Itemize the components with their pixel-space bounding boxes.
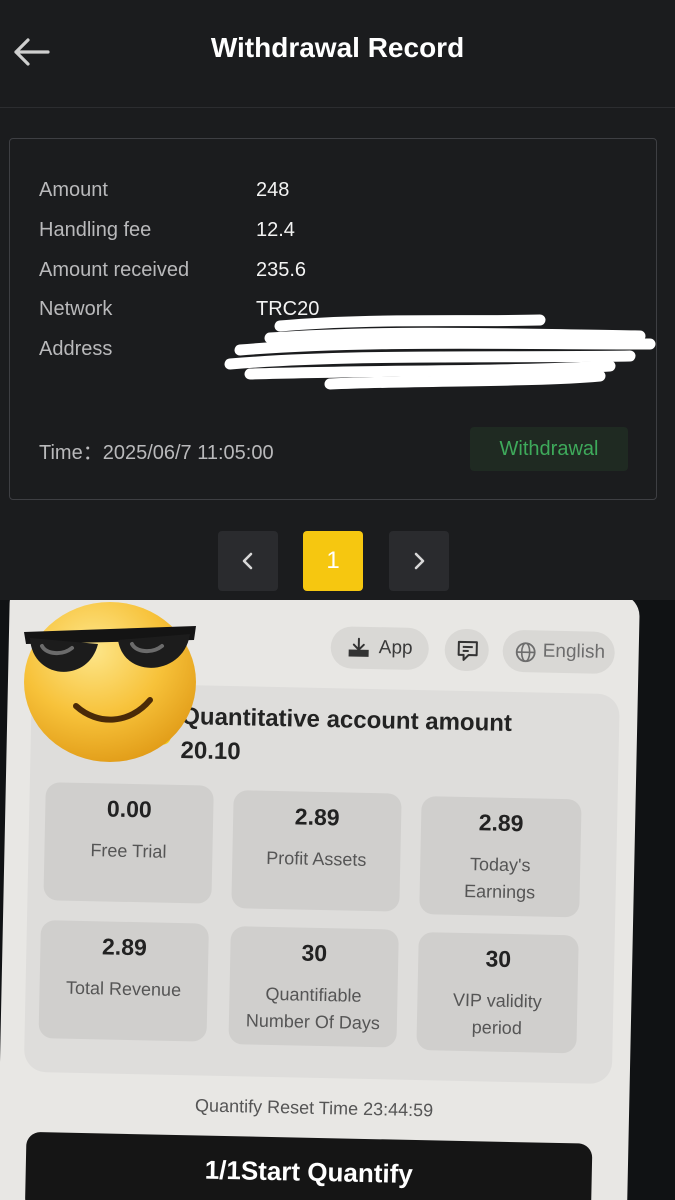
stat-value: 30 — [485, 945, 512, 972]
stat-value: 30 — [301, 939, 328, 967]
stat-total-revenue: 2.89 Total Revenue — [38, 920, 209, 1042]
pagination-prev-button[interactable] — [218, 531, 278, 591]
globe-icon — [515, 642, 536, 663]
chevron-left-icon — [242, 552, 253, 570]
quantify-reset-time: Quantify Reset Time 23:44:59 — [194, 1095, 434, 1121]
handling-fee-value: 12.4 — [256, 219, 295, 241]
withdrawal-time: Time：2025/06/7 11:05:00 — [39, 442, 274, 464]
language-selector[interactable]: English — [502, 629, 616, 675]
page-title: Withdrawal Record — [210, 32, 465, 63]
stat-quantifiable-days: 30 Quantifiable Number Of Days — [228, 926, 399, 1048]
pagination-next-button[interactable] — [389, 531, 449, 591]
stat-label: Today's Earnings — [463, 854, 536, 903]
stat-value: 2.89 — [101, 933, 148, 961]
stat-value: 2.89 — [294, 803, 340, 831]
app-label: App — [378, 637, 413, 659]
status-badge: Withdrawal — [470, 427, 628, 471]
redaction-scribble — [224, 314, 656, 390]
withdrawal-record-card: Amount 248 Handling fee 12.4 Amount rece… — [9, 138, 657, 500]
amount-received-value: 235.6 — [256, 259, 307, 281]
chevron-right-icon — [414, 552, 425, 570]
stat-vip-validity: 30 VIP validity period — [416, 932, 579, 1054]
stat-profit-assets: 2.89 Profit Assets — [231, 790, 402, 912]
stat-todays-earnings: 2.89 Today's Earnings — [419, 796, 582, 918]
stat-label: Quantifiable Number Of Days — [245, 983, 381, 1034]
sunglasses-emoji — [24, 602, 196, 762]
message-button[interactable] — [444, 628, 490, 672]
stat-value: 0.00 — [106, 795, 152, 823]
account-title: Quantitative account amount — [180, 703, 513, 737]
amount-received-label: Amount received — [39, 259, 190, 281]
stat-value: 2.89 — [478, 809, 524, 837]
download-icon — [348, 637, 369, 657]
stat-label: VIP validity period — [452, 989, 542, 1039]
start-quantify-button[interactable]: 1/1Start Quantify — [24, 1131, 593, 1200]
app-header: Withdrawal Record — [0, 0, 675, 108]
stat-free-trial: 0.00 Free Trial — [43, 782, 214, 904]
message-icon — [457, 640, 478, 661]
download-app-button[interactable]: App — [330, 626, 430, 671]
withdrawal-record-screen: Withdrawal Record Amount 248 Handling fe… — [0, 0, 675, 600]
stat-label: Free Trial — [90, 840, 167, 862]
stat-label: Total Revenue — [65, 977, 182, 1001]
language-label: English — [542, 640, 606, 663]
handling-fee-label: Handling fee — [39, 219, 152, 241]
address-label: Address — [39, 338, 113, 360]
amount-value: 248 — [256, 179, 290, 201]
pagination-current-page[interactable]: 1 — [303, 531, 363, 591]
network-label: Network — [39, 298, 113, 320]
amount-label: Amount — [39, 179, 108, 201]
stat-label: Profit Assets — [266, 847, 367, 870]
